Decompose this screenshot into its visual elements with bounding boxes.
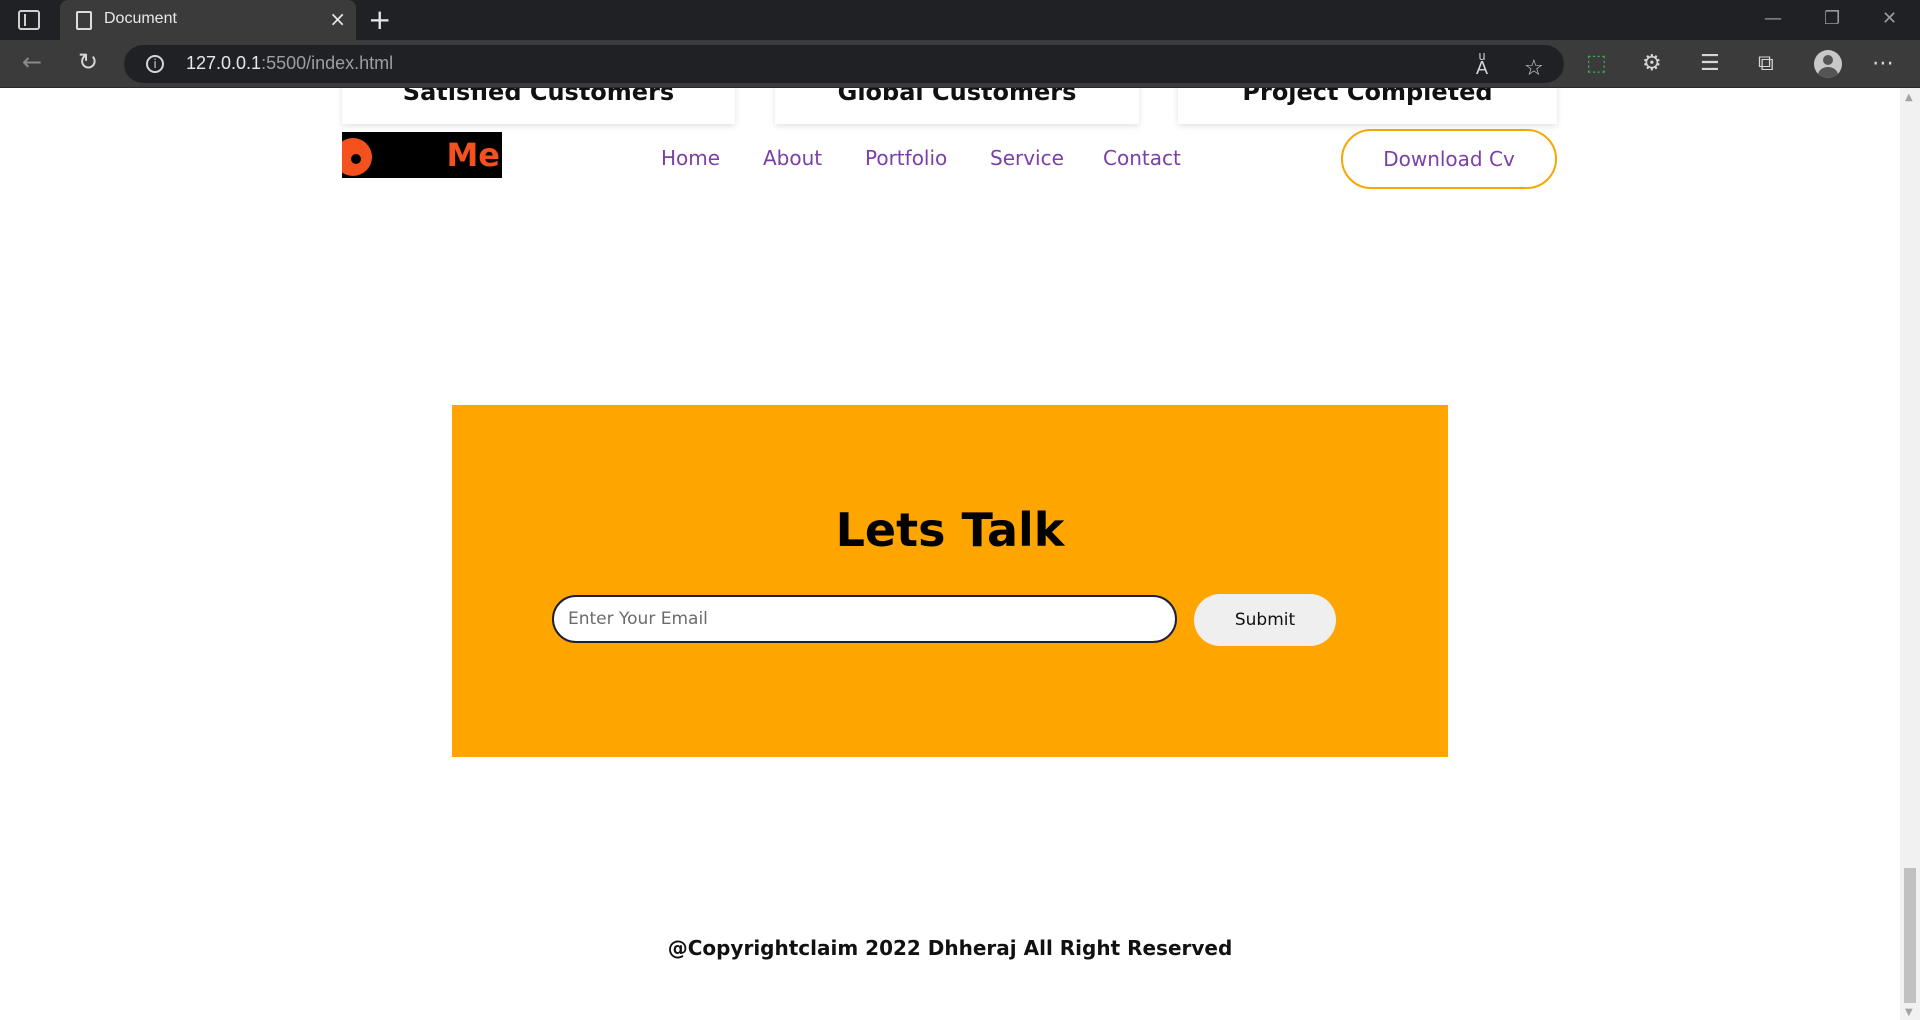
download-cv-button[interactable]: Download Cv: [1341, 129, 1557, 189]
nav-about[interactable]: About: [763, 146, 822, 170]
nav-service[interactable]: Service: [990, 146, 1064, 170]
tab-actions-icon[interactable]: [18, 10, 40, 30]
site-logo[interactable]: Me: [342, 132, 502, 178]
page-scrollbar[interactable]: ▲ ▼: [1900, 88, 1920, 1020]
minimize-icon[interactable]: —: [1764, 8, 1782, 29]
collections-icon[interactable]: ⧉: [1758, 50, 1774, 78]
restore-icon[interactable]: ❐: [1824, 8, 1840, 29]
url-path: :5500/index.html: [261, 53, 394, 73]
close-window-icon[interactable]: ✕: [1882, 8, 1897, 29]
stat-card-satisfied: Satisfied Customers: [342, 88, 735, 124]
profile-avatar[interactable]: [1814, 50, 1842, 78]
read-aloud-icon[interactable]: Aͧ: [1476, 55, 1488, 83]
reload-icon[interactable]: ↻: [78, 48, 98, 76]
tab-title: Document: [104, 10, 177, 27]
stat-label: Project Completed: [1242, 88, 1493, 106]
browser-tab[interactable]: Document ×: [60, 0, 356, 40]
screenshot-icon[interactable]: ⬚: [1586, 50, 1607, 78]
web-page: Satisfied Customers Global Customers Pro…: [0, 88, 1900, 1020]
address-bar[interactable]: i 127.0.0.1:5500/index.html Aͧ ☆: [124, 45, 1564, 83]
site-info-icon[interactable]: i: [146, 55, 164, 73]
stat-card-projects: Project Completed: [1178, 88, 1557, 124]
nav-contact[interactable]: Contact: [1103, 146, 1181, 170]
copyright-footer: @Copyrightclaim 2022 Dhheraj All Right R…: [667, 936, 1233, 960]
add-favorite-icon[interactable]: ☆: [1524, 55, 1544, 83]
logo-text: Me: [446, 136, 500, 174]
tab-close-icon[interactable]: ×: [329, 8, 346, 30]
scroll-down-icon[interactable]: ▼: [1905, 1007, 1913, 1018]
nav-home[interactable]: Home: [661, 146, 720, 170]
favorites-icon[interactable]: ☰: [1700, 50, 1720, 78]
logo-mark: [342, 138, 372, 176]
more-menu-icon[interactable]: ⋯: [1872, 50, 1894, 78]
stat-card-global: Global Customers: [775, 88, 1139, 124]
section-title: Lets Talk: [835, 503, 1065, 557]
browser-toolbar: ← ↻ i 127.0.0.1:5500/index.html Aͧ ☆ ⬚ ⚙…: [0, 40, 1920, 88]
url-host: 127.0.0.1: [186, 53, 262, 73]
lets-talk-section: Lets Talk Submit: [452, 405, 1448, 757]
document-icon: [76, 11, 92, 30]
url-text[interactable]: 127.0.0.1:5500/index.html: [186, 53, 393, 74]
stat-label: Global Customers: [837, 88, 1077, 106]
submit-button[interactable]: Submit: [1194, 594, 1336, 646]
stat-label: Satisfied Customers: [402, 88, 675, 106]
extensions-icon[interactable]: ⚙: [1642, 50, 1662, 78]
email-input[interactable]: [552, 595, 1177, 643]
scrollbar-thumb[interactable]: [1904, 868, 1916, 1003]
browser-tab-bar: Document × + — ❐ ✕: [0, 0, 1920, 40]
back-icon[interactable]: ←: [22, 48, 42, 76]
new-tab-icon[interactable]: +: [368, 4, 391, 36]
scroll-up-icon[interactable]: ▲: [1905, 92, 1913, 103]
nav-portfolio[interactable]: Portfolio: [865, 146, 947, 170]
